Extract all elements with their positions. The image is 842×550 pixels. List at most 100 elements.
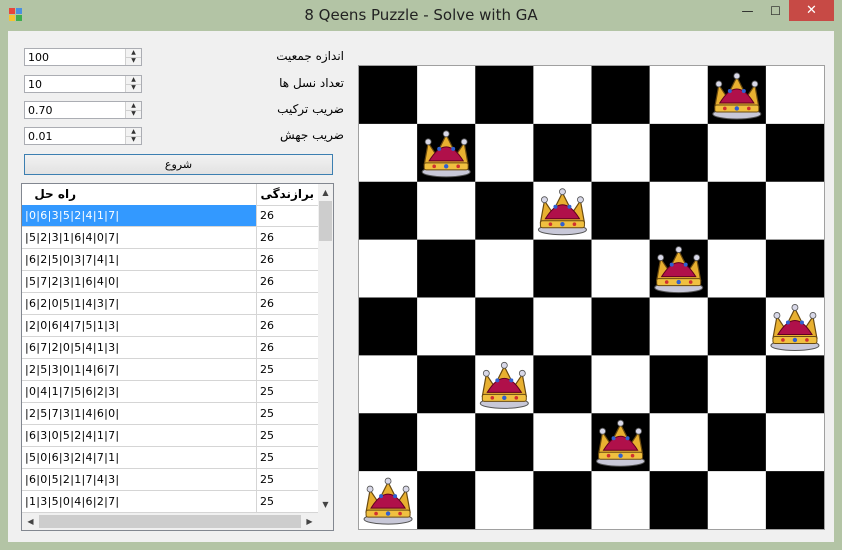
board-square: [765, 123, 824, 183]
solution-cell[interactable]: |0|6|3|5|2|4|1|7|: [22, 205, 257, 226]
solution-cell[interactable]: |2|0|6|4|7|5|1|3|: [22, 315, 257, 336]
chess-board-canvas: [359, 66, 824, 529]
generations-spinner[interactable]: 10 ▲ ▼: [24, 75, 142, 93]
board-square: [417, 66, 476, 125]
crossover-rate-value[interactable]: 0.70: [28, 104, 53, 117]
spinner-buttons: ▲ ▼: [125, 102, 141, 118]
close-button[interactable]: ✕: [789, 0, 834, 21]
board-square: [591, 239, 651, 298]
board-square: [417, 471, 476, 529]
scroll-down-icon[interactable]: ▼: [318, 496, 333, 513]
solution-cell[interactable]: |5|7|2|3|1|6|4|0|: [22, 271, 257, 292]
horizontal-scrollbar[interactable]: ◀ ▶: [22, 513, 318, 530]
board-square: [649, 355, 709, 414]
board-square: [649, 413, 709, 472]
board-square: [417, 239, 476, 298]
fitness-cell[interactable]: 26: [260, 275, 274, 288]
spinner-buttons: ▲ ▼: [125, 49, 141, 65]
fitness-cell[interactable]: 26: [260, 209, 274, 222]
table-row[interactable]: |5|2|3|1|6|4|0|7| 26: [22, 227, 318, 249]
fitness-cell[interactable]: 25: [260, 473, 274, 486]
table-row[interactable]: |0|6|3|5|2|4|1|7| 26: [22, 205, 318, 227]
fitness-cell[interactable]: 26: [260, 297, 274, 310]
board-square: [359, 413, 418, 472]
mutation-rate-value[interactable]: 0.01: [28, 130, 53, 143]
table-row[interactable]: |2|5|7|3|1|4|6|0| 25: [22, 403, 318, 425]
fitness-cell[interactable]: 25: [260, 495, 274, 508]
fitness-cell[interactable]: 25: [260, 385, 274, 398]
solution-cell[interactable]: |6|2|5|0|3|7|4|1|: [22, 249, 257, 270]
fitness-cell[interactable]: 25: [260, 407, 274, 420]
scroll-thumb[interactable]: [39, 515, 301, 528]
column-header-fitness[interactable]: برازندگی: [257, 184, 318, 205]
population-size-spinner[interactable]: 100 ▲ ▼: [24, 48, 142, 66]
generations-value[interactable]: 10: [28, 78, 42, 91]
minimize-button[interactable]: —: [734, 0, 761, 21]
board-square: [475, 471, 534, 529]
table-row[interactable]: |5|7|2|3|1|6|4|0| 26: [22, 271, 318, 293]
mutation-rate-spinner[interactable]: 0.01 ▲ ▼: [24, 127, 142, 145]
board-square: [533, 471, 592, 529]
board-square: [649, 66, 709, 125]
maximize-button[interactable]: ☐: [762, 0, 789, 21]
solution-cell[interactable]: |6|3|0|5|2|4|1|7|: [22, 425, 257, 446]
spin-down-icon[interactable]: ▼: [126, 57, 141, 65]
board-square: [359, 123, 418, 183]
spin-down-icon[interactable]: ▼: [126, 84, 141, 92]
solutions-grid[interactable]: راه حل برازندگی |0|6|3|5|2|4|1|7| 26 |5|2|…: [21, 183, 334, 531]
board-square: [533, 123, 592, 183]
spin-down-icon[interactable]: ▼: [126, 136, 141, 144]
grid-header: راه حل برازندگی: [22, 184, 318, 206]
vertical-scrollbar[interactable]: ▲ ▼: [318, 184, 333, 513]
solution-cell[interactable]: |6|2|0|5|1|4|3|7|: [22, 293, 257, 314]
scroll-up-icon[interactable]: ▲: [318, 184, 333, 201]
solution-cell[interactable]: |5|2|3|1|6|4|0|7|: [22, 227, 257, 248]
solution-cell[interactable]: |5|0|6|3|2|4|7|1|: [22, 447, 257, 468]
solution-cell[interactable]: |0|4|1|7|5|6|2|3|: [22, 381, 257, 402]
table-row[interactable]: |6|2|5|0|3|7|4|1| 26: [22, 249, 318, 271]
board-square: [475, 66, 534, 125]
solution-cell[interactable]: |6|7|2|0|5|4|1|3|: [22, 337, 257, 358]
solution-cell[interactable]: |1|3|5|0|4|6|2|7|: [22, 491, 257, 512]
start-button[interactable]: شروع: [24, 154, 333, 175]
table-row[interactable]: |2|5|3|0|1|4|6|7| 25: [22, 359, 318, 381]
board-square: [417, 355, 476, 414]
table-row[interactable]: |6|2|0|5|1|4|3|7| 26: [22, 293, 318, 315]
table-row[interactable]: |6|0|5|2|1|7|4|3| 25: [22, 469, 318, 491]
fitness-cell[interactable]: 25: [260, 429, 274, 442]
table-row[interactable]: |2|0|6|4|7|5|1|3| 26: [22, 315, 318, 337]
population-size-value[interactable]: 100: [28, 51, 49, 64]
fitness-cell[interactable]: 26: [260, 253, 274, 266]
table-row[interactable]: |0|4|1|7|5|6|2|3| 25: [22, 381, 318, 403]
crossover-rate-spinner[interactable]: 0.70 ▲ ▼: [24, 101, 142, 119]
column-header-solution[interactable]: راه حل: [22, 184, 257, 205]
board-square: [475, 123, 534, 183]
generations-label: تعداد نسل ها: [279, 76, 344, 90]
title-bar[interactable]: 8 Qeens Puzzle - Solve with GA — ☐ ✕: [0, 0, 842, 31]
mutation-rate-label: ضریب جهش: [280, 128, 344, 142]
board-square: [649, 471, 709, 529]
board-square: [475, 297, 534, 356]
solution-cell[interactable]: |2|5|7|3|1|4|6|0|: [22, 403, 257, 424]
table-row[interactable]: |5|0|6|3|2|4|7|1| 25: [22, 447, 318, 469]
table-row[interactable]: |6|3|0|5|2|4|1|7| 25: [22, 425, 318, 447]
fitness-cell[interactable]: 26: [260, 341, 274, 354]
solution-cell[interactable]: |2|5|3|0|1|4|6|7|: [22, 359, 257, 380]
fitness-cell[interactable]: 25: [260, 363, 274, 376]
board-square: [591, 471, 651, 529]
board-square: [417, 413, 476, 472]
fitness-cell[interactable]: 25: [260, 451, 274, 464]
scroll-right-icon[interactable]: ▶: [301, 513, 318, 530]
fitness-cell[interactable]: 26: [260, 319, 274, 332]
scroll-left-icon[interactable]: ◀: [22, 513, 39, 530]
board-square: [707, 355, 767, 414]
table-row[interactable]: |6|7|2|0|5|4|1|3| 26: [22, 337, 318, 359]
board-square: [591, 123, 651, 183]
spin-down-icon[interactable]: ▼: [126, 110, 141, 118]
scroll-thumb[interactable]: [319, 201, 332, 241]
board-square: [707, 239, 767, 298]
solution-cell[interactable]: |6|0|5|2|1|7|4|3|: [22, 469, 257, 490]
table-row[interactable]: |1|3|5|0|4|6|2|7| 25: [22, 491, 318, 513]
fitness-cell[interactable]: 26: [260, 231, 274, 244]
board-square: [475, 181, 534, 241]
